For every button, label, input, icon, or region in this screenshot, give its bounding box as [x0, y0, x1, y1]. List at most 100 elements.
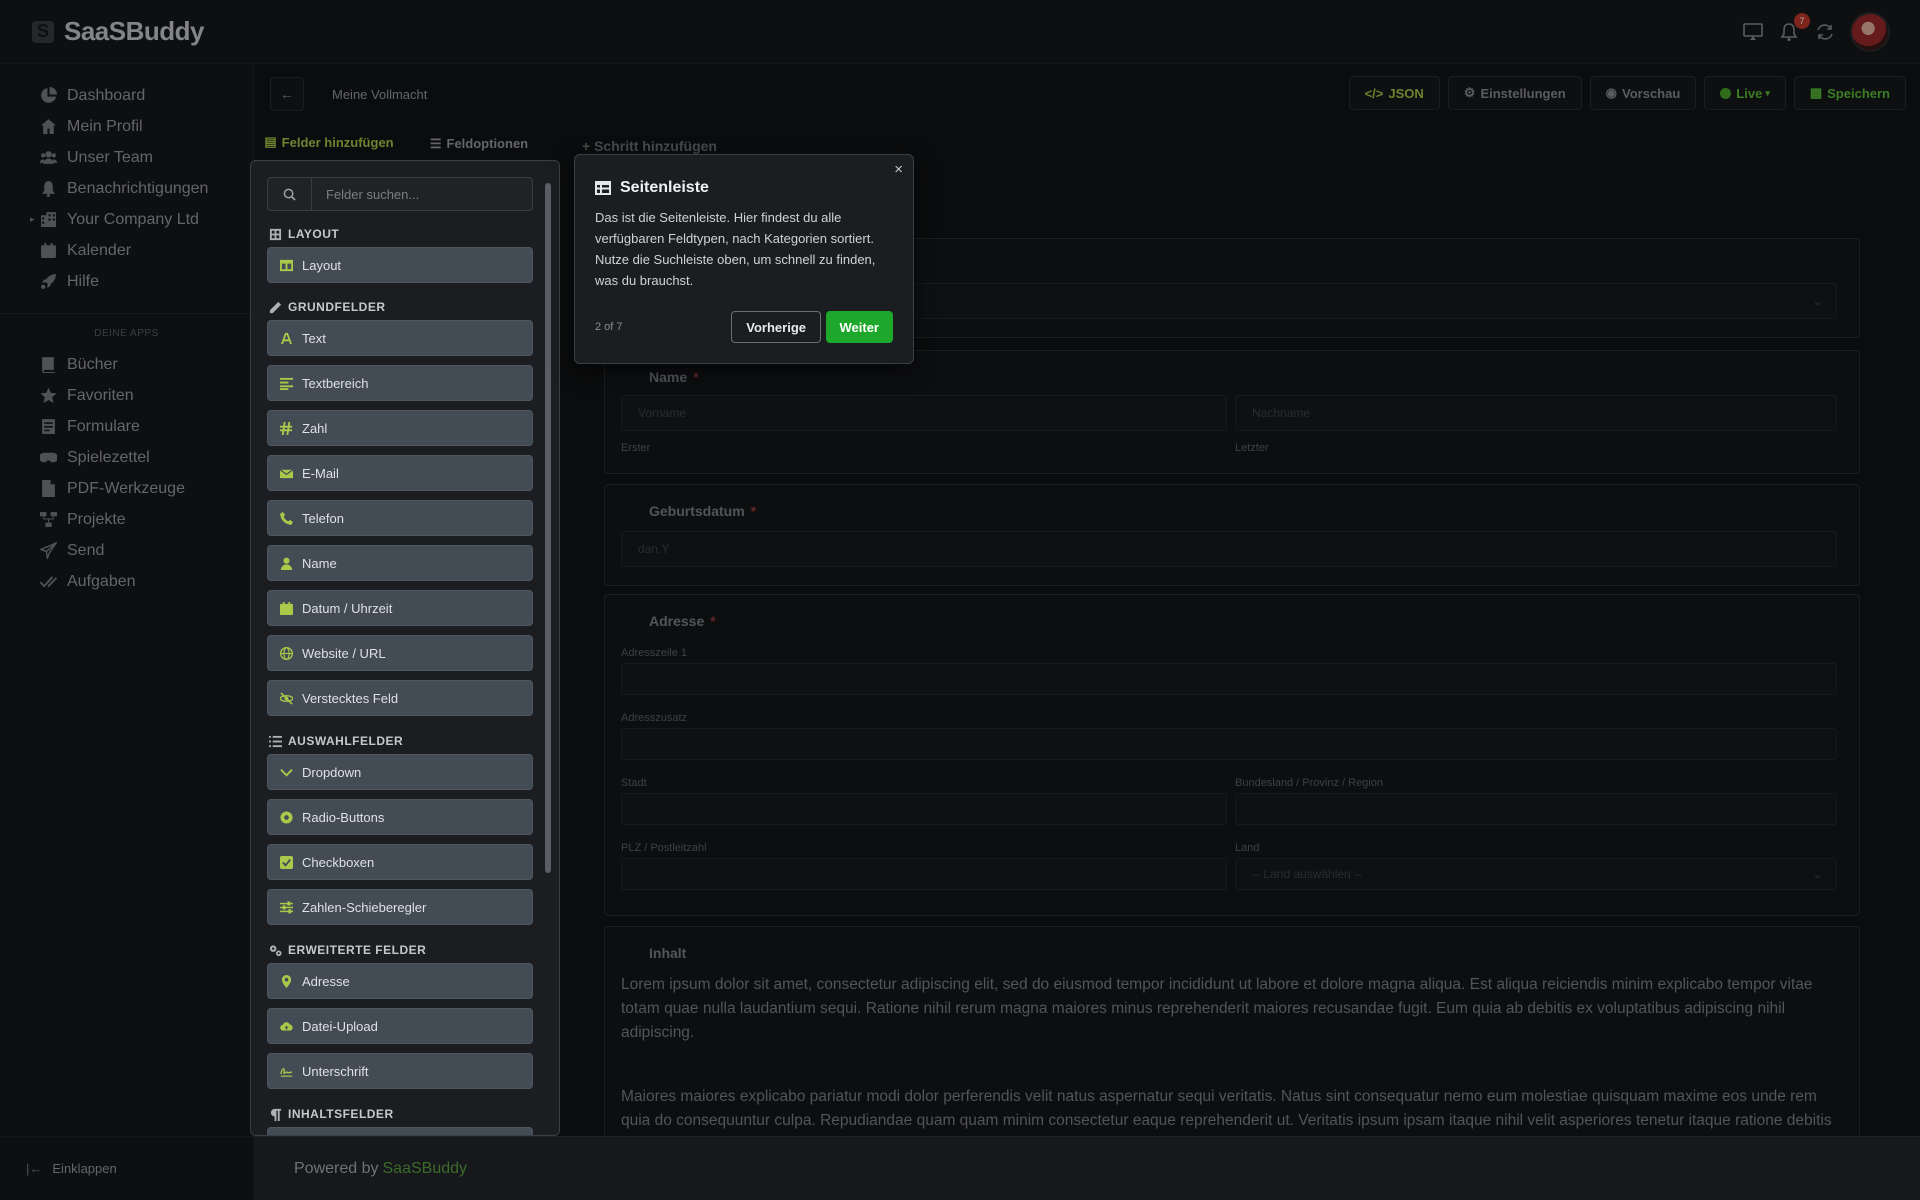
- category-advanced: ERWEITERTE FELDER: [269, 943, 426, 957]
- sidebar-item-profile[interactable]: Mein Profil: [0, 111, 253, 142]
- field-label: Geburtsdatum *: [649, 503, 756, 519]
- field-phone[interactable]: Telefon: [267, 500, 533, 536]
- tour-previous-button[interactable]: Vorherige: [731, 311, 821, 343]
- field-hidden[interactable]: Verstecktes Feld: [267, 680, 533, 716]
- form-card-name[interactable]: Name * Vorname Nachname Erster Letzter: [604, 350, 1860, 474]
- field-upload[interactable]: Datei-Upload: [267, 1008, 533, 1044]
- tour-text: Das ist die Seitenleiste. Hier findest d…: [595, 210, 876, 288]
- zip-label: PLZ / Postleitzahl: [621, 842, 707, 854]
- tab-add-fields[interactable]: ▤ Felder hinzufügen: [254, 124, 404, 163]
- sidebar-item-label: Unser Team: [67, 148, 153, 166]
- back-button[interactable]: ←: [270, 77, 304, 111]
- field-palette-scrollbar[interactable]: [545, 173, 551, 1121]
- field-dropdown[interactable]: Dropdown: [267, 754, 533, 790]
- field-email[interactable]: E-Mail: [267, 455, 533, 491]
- close-icon[interactable]: ×: [894, 161, 903, 178]
- field-radio[interactable]: Radio-Buttons: [267, 799, 533, 835]
- field-label: Name *: [649, 369, 699, 385]
- form-card-content[interactable]: Inhalt Lorem ipsum dolor sit amet, conse…: [604, 926, 1860, 1136]
- paragraph-icon: [270, 1108, 282, 1121]
- sidebar-item-send[interactable]: Send: [0, 535, 253, 566]
- gear-icon: ⚙: [1463, 85, 1476, 100]
- sidebar-item-notifications[interactable]: Benachrichtigungen: [0, 173, 253, 204]
- bell-icon: [42, 181, 55, 197]
- sidebar-item-help[interactable]: Hilfe: [0, 266, 253, 297]
- last-name-input[interactable]: Nachname: [1235, 395, 1837, 431]
- send-icon: [40, 542, 57, 559]
- required-marker: *: [750, 503, 757, 519]
- collapse-sidebar-button[interactable]: |← Einklappen: [0, 1136, 254, 1200]
- sidebar-item-label: Mein Profil: [67, 117, 143, 135]
- address-line1-input[interactable]: [621, 663, 1837, 695]
- avatar[interactable]: [1850, 12, 1890, 52]
- tab-field-options[interactable]: ☰ Feldoptionen: [404, 124, 554, 163]
- field-number[interactable]: Zahl: [267, 410, 533, 446]
- form-card-address[interactable]: Adresse * Adresszeile 1 Adresszusatz Stad…: [604, 594, 1860, 916]
- sidebar-item-company[interactable]: ▸ Your Company Ltd: [0, 204, 253, 235]
- dob-input[interactable]: dan.Y: [621, 531, 1837, 567]
- field-datetime[interactable]: Datum / Uhrzeit: [267, 590, 533, 626]
- settings-button[interactable]: ⚙ Einstellungen: [1447, 76, 1582, 110]
- zip-input[interactable]: [621, 858, 1227, 890]
- save-button[interactable]: ▩ Speichern: [1793, 76, 1906, 110]
- top-icons: 7: [1742, 12, 1890, 52]
- first-name-input[interactable]: Vorname: [621, 395, 1227, 431]
- state-input[interactable]: [1235, 793, 1837, 825]
- brand[interactable]: S SaaSBuddy: [32, 16, 205, 47]
- field-checkbox[interactable]: Checkboxen: [267, 844, 533, 880]
- preview-button[interactable]: ◉ Vorschau: [1589, 76, 1697, 110]
- bell-icon[interactable]: 7: [1778, 13, 1810, 43]
- field-signature[interactable]: Unterschrift: [267, 1053, 533, 1089]
- field-partial[interactable]: [267, 1127, 533, 1135]
- table-icon: [595, 181, 611, 195]
- sidebar-item-favorites[interactable]: Favoriten: [0, 380, 253, 411]
- state-label: Bundesland / Provinz / Region: [1235, 777, 1383, 789]
- scrollbar-thumb[interactable]: [545, 183, 551, 873]
- search-input[interactable]: Felder suchen...: [312, 178, 532, 210]
- save-label: Speichern: [1827, 85, 1890, 101]
- add-step-button[interactable]: + Schritt hinzufügen: [582, 138, 717, 154]
- search-icon: [268, 178, 312, 210]
- sidebar-item-team[interactable]: Unser Team: [0, 142, 253, 173]
- field-layout[interactable]: Layout: [267, 247, 533, 283]
- address-line2-label: Adresszusatz: [621, 712, 688, 724]
- sidebar-item-projects[interactable]: Projekte: [0, 504, 253, 535]
- field-textarea[interactable]: Textbereich: [267, 365, 533, 401]
- footer-brand-link[interactable]: SaaSBuddy: [383, 1160, 468, 1178]
- sidebar-item-label: Send: [67, 541, 105, 559]
- field-name[interactable]: Name: [267, 545, 533, 581]
- field-url[interactable]: Website / URL: [267, 635, 533, 671]
- first-name-sublabel: Erster: [621, 442, 651, 454]
- field-text[interactable]: Text: [267, 320, 533, 356]
- field-slider[interactable]: Zahlen-Schieberegler: [267, 889, 533, 925]
- sidebar-item-pdf[interactable]: PDF-Werkzeuge: [0, 473, 253, 504]
- monitor-icon[interactable]: [1742, 21, 1764, 43]
- sidebar-item-forms[interactable]: Formulare: [0, 411, 253, 442]
- save-icon: ▩: [1809, 85, 1823, 100]
- field-search[interactable]: Felder suchen...: [267, 177, 533, 211]
- brand-logo-icon: S: [32, 20, 54, 43]
- form-icon: [42, 419, 55, 434]
- sidebar-item-tasks[interactable]: Aufgaben: [0, 566, 253, 597]
- pie-chart-icon: [41, 87, 57, 103]
- address-line2-input[interactable]: [621, 728, 1837, 760]
- sidebar-item-dashboard[interactable]: Dashboard: [0, 80, 253, 111]
- field-label: Textbereich: [302, 375, 369, 391]
- notification-badge: 7: [1794, 13, 1810, 29]
- sidebar-item-label: Dashboard: [67, 86, 146, 104]
- refresh-icon[interactable]: [1814, 21, 1836, 43]
- tour-next-button[interactable]: Weiter: [825, 311, 893, 343]
- chevron-right-icon[interactable]: ▸: [30, 214, 35, 225]
- city-input[interactable]: [621, 793, 1227, 825]
- field-address[interactable]: Adresse: [267, 963, 533, 999]
- sidebar-item-books[interactable]: Bücher: [0, 349, 253, 380]
- json-button[interactable]: </> JSON: [1348, 76, 1440, 110]
- caret-down-icon: ▾: [1765, 87, 1770, 98]
- eye-icon: ◉: [1605, 85, 1618, 100]
- country-select[interactable]: -- Land auswählen -- ⌄: [1235, 858, 1837, 890]
- form-card-dob[interactable]: Geburtsdatum * dan.Y: [604, 484, 1860, 586]
- sidebar-item-calendar[interactable]: Kalender: [0, 235, 253, 266]
- sidebar-item-games[interactable]: Spielezettel: [0, 442, 253, 473]
- address-line1-label: Adresszeile 1: [621, 647, 688, 659]
- live-status-dropdown[interactable]: Live ▾: [1704, 76, 1786, 110]
